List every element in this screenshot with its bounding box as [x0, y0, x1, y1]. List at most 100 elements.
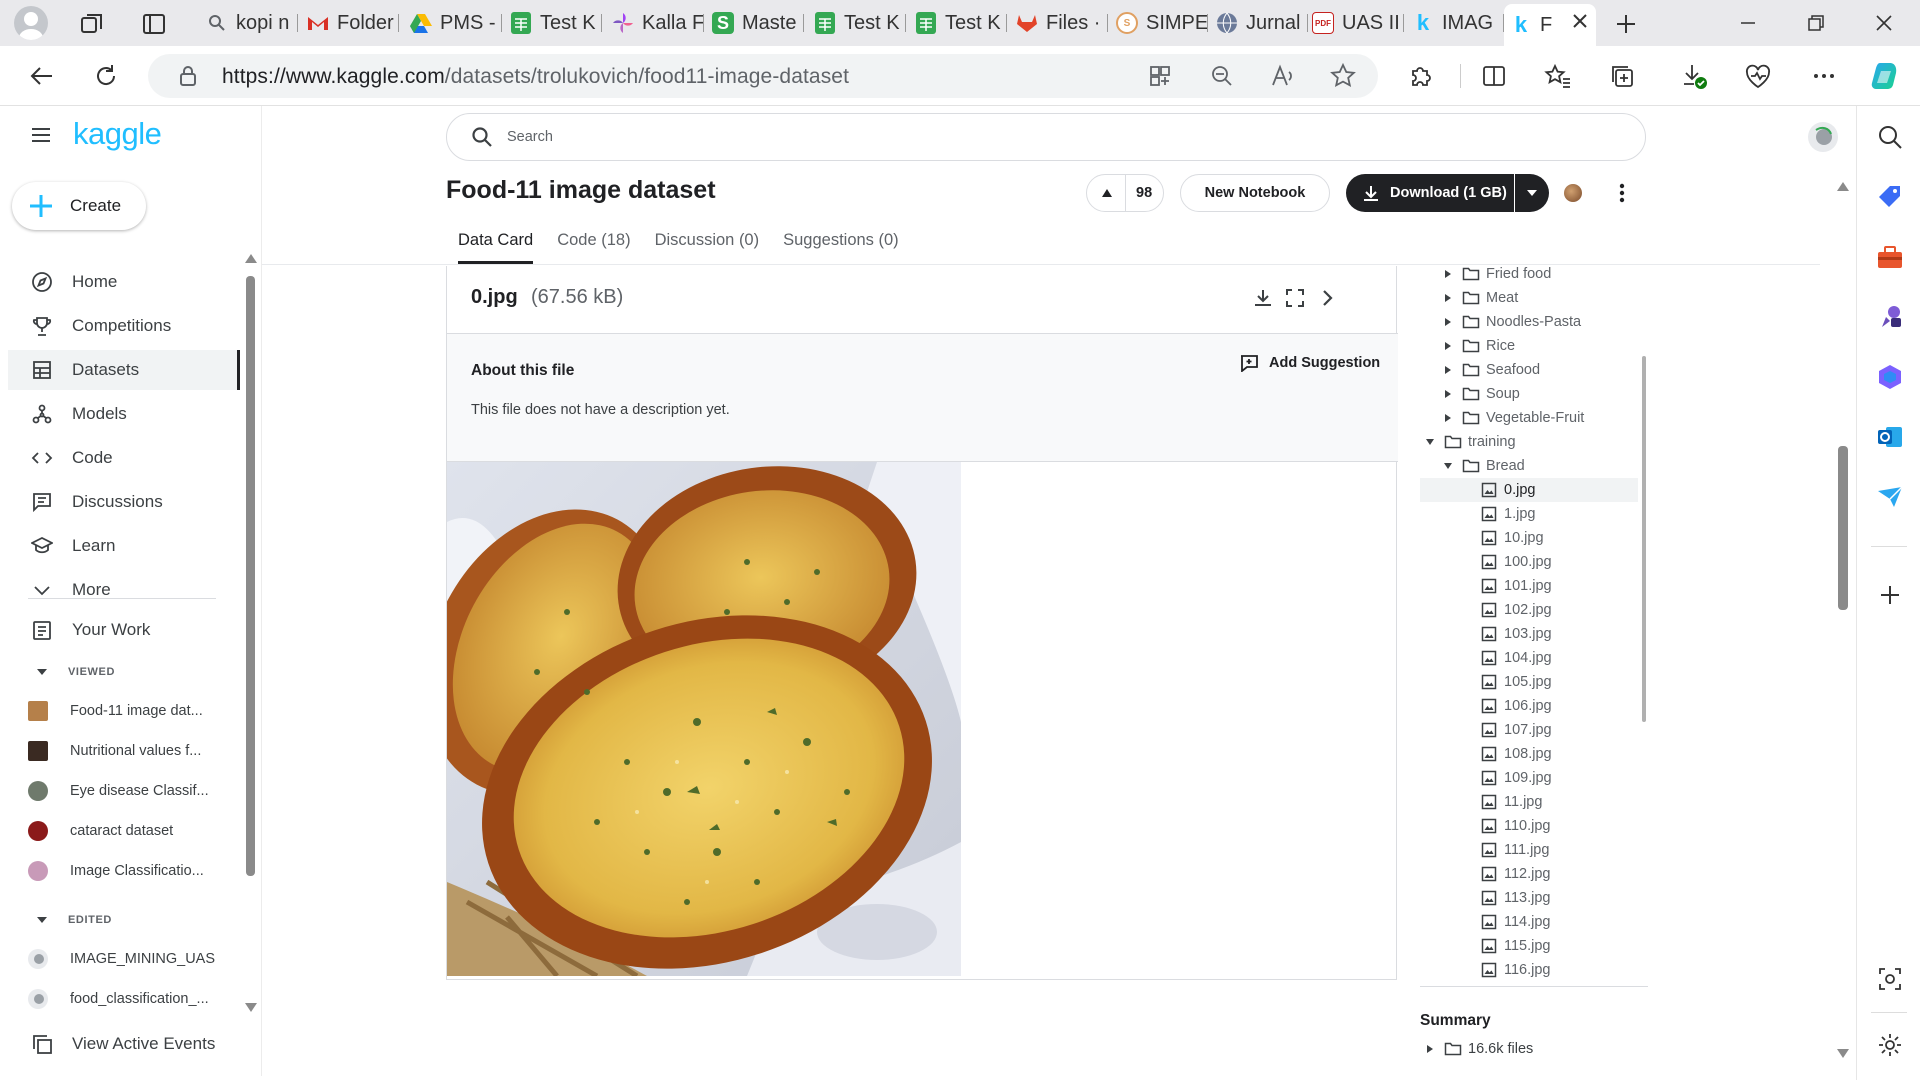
tree-file[interactable]: 1.jpg: [1420, 502, 1638, 526]
browser-tab-active[interactable]: kF: [1504, 4, 1596, 46]
sidebar-settings-icon[interactable]: [1875, 1030, 1905, 1060]
app-available-icon[interactable]: [1148, 64, 1172, 88]
nav-scrollbar-thumb[interactable]: [246, 276, 255, 876]
tree-file[interactable]: 116.jpg: [1420, 958, 1638, 982]
browser-tab[interactable]: Folder: [301, 6, 399, 40]
tree-folder[interactable]: Noodles-Pasta: [1420, 310, 1638, 334]
microsoft-365-icon[interactable]: [1875, 362, 1905, 392]
tree-file[interactable]: 114.jpg: [1420, 910, 1638, 934]
tab-suggestions[interactable]: Suggestions (0): [783, 228, 899, 268]
tree-file[interactable]: 11.jpg: [1420, 790, 1638, 814]
browser-tab[interactable]: PMS -: [404, 6, 502, 40]
tree-folder[interactable]: Rice: [1420, 334, 1638, 358]
tree-file[interactable]: 0.jpg: [1420, 478, 1638, 502]
drop-send-icon[interactable]: [1875, 482, 1905, 512]
browser-tab[interactable]: Jurnal: [1210, 6, 1308, 40]
browser-tab[interactable]: Files ·: [1010, 6, 1108, 40]
workspaces-icon[interactable]: [78, 10, 106, 38]
edited-item[interactable]: food_classification_...: [28, 983, 238, 1015]
tree-file[interactable]: 104.jpg: [1420, 646, 1638, 670]
browser-tab[interactable]: Test K: [909, 6, 1007, 40]
tree-folder[interactable]: Seafood: [1420, 358, 1638, 382]
tree-folder[interactable]: Vegetable-Fruit: [1420, 406, 1638, 430]
browser-tab[interactable]: Test K: [504, 6, 602, 40]
screenshot-icon[interactable]: [1875, 964, 1905, 994]
nav-scroll-up-icon[interactable]: [244, 252, 258, 264]
shopping-tag-icon[interactable]: [1875, 182, 1905, 212]
tree-file[interactable]: 115.jpg: [1420, 934, 1638, 958]
extensions-icon[interactable]: [1402, 58, 1438, 94]
profile-avatar[interactable]: [14, 6, 48, 40]
tab-actions-icon[interactable]: [140, 10, 168, 38]
tree-file[interactable]: 10.jpg: [1420, 526, 1638, 550]
nav-home[interactable]: Home: [8, 262, 240, 302]
tree-file[interactable]: 100.jpg: [1420, 550, 1638, 574]
main-scroll-down-icon[interactable]: [1836, 1048, 1850, 1060]
edited-item[interactable]: IMAGE_MINING_UAS: [28, 943, 238, 975]
browser-tab[interactable]: Test K: [808, 6, 906, 40]
view-active-events[interactable]: View Active Events: [8, 1024, 240, 1064]
address-field[interactable]: https://www.kaggle.com/datasets/trolukov…: [148, 54, 1378, 98]
next-file-icon[interactable]: [1317, 288, 1337, 308]
games-icon[interactable]: [1875, 302, 1905, 332]
viewed-item[interactable]: cataract dataset: [28, 815, 238, 847]
zoom-icon[interactable]: [1210, 64, 1234, 88]
browser-tab[interactable]: PDF UAS II: [1306, 6, 1404, 40]
download-options-button[interactable]: [1515, 174, 1549, 212]
fullscreen-icon[interactable]: [1285, 288, 1305, 308]
viewed-item[interactable]: Image Classificatio...: [28, 855, 238, 887]
tree-file[interactable]: 113.jpg: [1420, 886, 1638, 910]
edited-header[interactable]: EDITED: [36, 914, 112, 926]
new-tab-button[interactable]: [1610, 8, 1642, 40]
tree-file[interactable]: 109.jpg: [1420, 766, 1638, 790]
reload-button[interactable]: [88, 58, 124, 94]
tree-scrollbar-thumb[interactable]: [1642, 356, 1646, 722]
new-notebook-button[interactable]: New Notebook: [1180, 174, 1330, 212]
settings-more-icon[interactable]: [1806, 58, 1842, 94]
tab-data[interactable]: Data Card: [458, 228, 534, 264]
tree-file[interactable]: 107.jpg: [1420, 718, 1638, 742]
browser-tab[interactable]: S SIMPE: [1110, 6, 1208, 40]
main-scrollbar-thumb[interactable]: [1838, 446, 1848, 610]
tree-file[interactable]: 111.jpg: [1420, 838, 1638, 862]
viewed-item[interactable]: Food-11 image dat...: [28, 695, 238, 727]
tree-file[interactable]: 105.jpg: [1420, 670, 1638, 694]
copilot-icon[interactable]: [1868, 58, 1904, 94]
nav-code[interactable]: Code: [8, 438, 240, 478]
viewed-item[interactable]: Eye disease Classif...: [28, 775, 238, 807]
tab-discussion[interactable]: Discussion (0): [655, 228, 760, 268]
read-aloud-icon[interactable]: [1270, 64, 1296, 88]
tree-file[interactable]: 102.jpg: [1420, 598, 1638, 622]
tree-file[interactable]: 110.jpg: [1420, 814, 1638, 838]
tab-code[interactable]: Code (18): [557, 228, 630, 268]
nav-discussions[interactable]: Discussions: [8, 482, 240, 522]
back-button[interactable]: [24, 58, 60, 94]
tree-file[interactable]: 103.jpg: [1420, 622, 1638, 646]
viewed-item[interactable]: Nutritional values f...: [28, 735, 238, 767]
create-button[interactable]: Create: [12, 182, 146, 230]
close-tab-icon[interactable]: [1572, 13, 1588, 29]
lock-icon[interactable]: [178, 65, 198, 87]
tree-file[interactable]: 106.jpg: [1420, 694, 1638, 718]
nav-competitions[interactable]: Competitions: [8, 306, 240, 346]
add-suggestion-button[interactable]: Add Suggestion: [1239, 354, 1380, 372]
main-scroll-up-icon[interactable]: [1836, 180, 1850, 192]
nav-datasets[interactable]: Datasets: [8, 350, 240, 390]
add-sidebar-app-icon[interactable]: [1875, 580, 1905, 610]
download-button[interactable]: Download (1 GB): [1346, 174, 1514, 212]
kaggle-logo[interactable]: kaggle: [73, 116, 162, 152]
menu-icon[interactable]: [30, 124, 52, 146]
tree-file[interactable]: 101.jpg: [1420, 574, 1638, 598]
summary-files-row[interactable]: 16.6k files: [1424, 1037, 1642, 1061]
collections-icon[interactable]: [1604, 58, 1640, 94]
tree-folder[interactable]: Fried food: [1420, 262, 1638, 286]
favorites-icon[interactable]: [1540, 58, 1576, 94]
nav-more[interactable]: More: [8, 570, 240, 610]
tools-icon[interactable]: [1875, 242, 1905, 272]
split-screen-icon[interactable]: [1476, 58, 1512, 94]
nav-models[interactable]: Models: [8, 394, 240, 434]
browser-tab[interactable]: Kalla F: [606, 6, 704, 40]
dataset-owner-avatar[interactable]: [1564, 184, 1582, 202]
vote-button[interactable]: 98: [1086, 174, 1164, 212]
search-icon[interactable]: [1875, 122, 1905, 152]
